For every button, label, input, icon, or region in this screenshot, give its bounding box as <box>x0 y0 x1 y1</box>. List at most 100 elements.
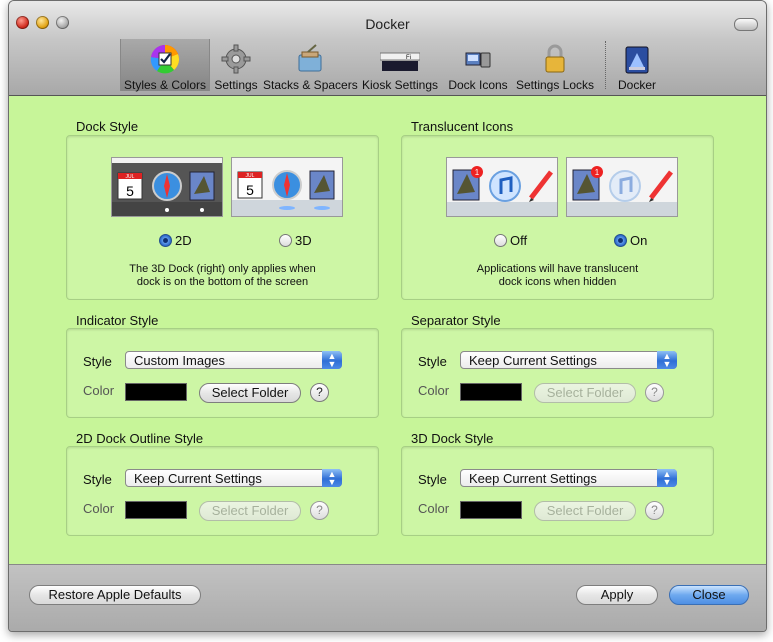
tab-settings-label: Settings <box>214 78 258 92</box>
dock-style-title: Dock Style <box>76 119 139 134</box>
outline-2d-style-title: 2D Dock Outline Style <box>76 431 204 446</box>
tab-kiosk-settings[interactable]: Fi Kiosk Settings <box>361 39 439 92</box>
dock-3d-select-folder-button[interactable]: Select Folder <box>534 501 636 521</box>
stacks-icon <box>298 44 321 72</box>
gear-icon <box>221 44 251 74</box>
close-button[interactable]: Close <box>669 585 749 605</box>
dock-2d-preview[interactable]: JUL 5 <box>111 157 223 217</box>
outline-2d-help-button[interactable]: ? <box>310 501 329 520</box>
dock-3d-style-title: 3D Dock Style <box>411 431 494 446</box>
outline-2d-color-swatch[interactable] <box>125 501 187 519</box>
dock-style-3d-label: 3D <box>295 233 312 248</box>
tab-settings[interactable]: Settings <box>211 39 261 92</box>
separator-select-folder-button[interactable]: Select Folder <box>534 383 636 403</box>
mail-badge: 1 <box>595 168 600 177</box>
separator-style-group: Style Keep Current Settings ▲ ▼ Color Sel… <box>401 328 714 418</box>
translucent-on-preview-icons: 1 <box>567 158 677 216</box>
tab-settings-locks-label: Settings Locks <box>515 78 595 92</box>
apply-button[interactable]: Apply <box>576 585 658 605</box>
translucent-on-label: On <box>630 233 648 248</box>
dock-style-note-line1: The 3D Dock (right) only applies when <box>129 263 316 275</box>
indicator-style-popup[interactable]: Custom Images ▲ ▼ <box>125 351 342 369</box>
dock-3d-style-group: Style Keep Current Settings ▲ ▼ Color Sel… <box>401 446 714 536</box>
title-bar: Docker Styles & Colors Settings Stacks &… <box>9 1 766 96</box>
tab-styles-colors[interactable]: Styles & Colors <box>120 39 210 92</box>
calendar-day: 5 <box>126 183 134 199</box>
calendar-month: JUL <box>246 173 255 179</box>
outline-2d-style-group: Style Keep Current Settings ▲ ▼ Color Sel… <box>66 446 379 536</box>
tab-settings-locks[interactable]: Settings Locks <box>514 39 596 92</box>
restore-defaults-button[interactable]: Restore Apple Defaults <box>29 585 201 605</box>
translucent-off-preview[interactable]: 1 <box>446 157 558 217</box>
radio-selected-icon <box>159 234 172 247</box>
indicator-color-label: Color <box>83 383 115 398</box>
dock-3d-color-swatch[interactable] <box>460 501 522 519</box>
calendar-day: 5 <box>246 182 254 198</box>
docker-app-icon <box>625 46 649 74</box>
toolbar-separator <box>605 41 606 89</box>
radio-unselected-icon <box>279 234 292 247</box>
toolbar-toggle-button[interactable] <box>734 18 758 31</box>
separator-color-label: Color <box>418 383 450 398</box>
docker-window: Docker Styles & Colors Settings Stacks &… <box>8 0 767 632</box>
separator-style-title: Separator Style <box>411 313 501 328</box>
dock-style-note-line2: dock is on the bottom of the screen <box>136 276 309 288</box>
mail-badge: 1 <box>475 168 480 177</box>
dock-2d-preview-icons: JUL 5 <box>112 158 222 216</box>
dock-style-note: The 3D Dock (right) only applies when do… <box>67 263 378 289</box>
footer-bar: Restore Apple Defaults Apply Close <box>9 564 766 631</box>
lock-icon <box>545 44 565 73</box>
separator-style-popup[interactable]: Keep Current Settings ▲ ▼ <box>460 351 677 369</box>
outline-2d-style-value: Keep Current Settings <box>134 471 262 486</box>
radio-unselected-icon <box>494 234 507 247</box>
color-wheel-icon <box>150 44 180 74</box>
indicator-select-folder-button[interactable]: Select Folder <box>199 383 301 403</box>
popup-arrows-icon: ▲ ▼ <box>322 469 342 487</box>
popup-arrows-icon: ▲ ▼ <box>322 351 342 369</box>
dock-style-3d-radio[interactable]: 3D <box>279 233 312 248</box>
kiosk-icon: Fi <box>380 52 420 71</box>
outline-2d-style-popup[interactable]: Keep Current Settings ▲ ▼ <box>125 469 342 487</box>
dock-3d-help-button[interactable]: ? <box>645 501 664 520</box>
outline-2d-select-folder-button[interactable]: Select Folder <box>199 501 301 521</box>
separator-style-label: Style <box>418 354 447 369</box>
indicator-style-label: Style <box>83 354 112 369</box>
indicator-style-group: Style Custom Images ▲ ▼ Color Select Fold… <box>66 328 379 418</box>
tab-docker-label: Docker <box>617 78 656 92</box>
tab-styles-colors-label: Styles & Colors <box>123 78 207 92</box>
translucent-on-preview[interactable]: 1 <box>566 157 678 217</box>
indicator-color-swatch[interactable] <box>125 383 187 401</box>
dock-3d-style-popup[interactable]: Keep Current Settings ▲ ▼ <box>460 469 677 487</box>
dock-style-2d-radio[interactable]: 2D <box>159 233 192 248</box>
dock-icons-icon <box>465 52 491 68</box>
content-pane: Dock Style JUL 5 JUL 5 2D 3D The 3D Dock… <box>9 96 766 564</box>
radio-selected-icon <box>614 234 627 247</box>
translucent-icons-title: Translucent Icons <box>411 119 514 134</box>
tab-dock-icons-label: Dock Icons <box>448 78 508 92</box>
window-title: Docker <box>365 16 410 32</box>
indicator-style-value: Custom Images <box>134 353 226 368</box>
dock-3d-style-value: Keep Current Settings <box>469 471 597 486</box>
svg-text:Fi: Fi <box>406 55 411 61</box>
popup-arrows-icon: ▲ ▼ <box>657 351 677 369</box>
dock-3d-style-label: Style <box>418 472 447 487</box>
toolbar: Styles & Colors Settings Stacks & Spacer… <box>9 39 766 93</box>
outline-2d-color-label: Color <box>83 501 115 516</box>
translucent-icons-group: 1 1 Off On Applications will have transl… <box>401 135 714 300</box>
translucent-on-radio[interactable]: On <box>614 233 647 248</box>
dock-style-group: JUL 5 JUL 5 2D 3D The 3D Dock (right) on… <box>66 135 379 300</box>
tab-dock-icons[interactable]: Dock Icons <box>445 39 511 92</box>
separator-color-swatch[interactable] <box>460 383 522 401</box>
tab-docker[interactable]: Docker <box>613 39 661 92</box>
indicator-help-button[interactable]: ? <box>310 383 329 402</box>
dock-3d-color-label: Color <box>418 501 450 516</box>
tab-stacks-spacers-label: Stacks & Spacers <box>263 78 358 92</box>
dock-style-2d-label: 2D <box>175 233 192 248</box>
dock-3d-preview[interactable]: JUL 5 <box>231 157 343 217</box>
translucent-off-preview-icons: 1 <box>447 158 557 216</box>
tab-stacks-spacers[interactable]: Stacks & Spacers <box>263 39 358 92</box>
translucent-off-radio[interactable]: Off <box>494 233 527 248</box>
popup-arrows-icon: ▲ ▼ <box>657 469 677 487</box>
separator-help-button[interactable]: ? <box>645 383 664 402</box>
tab-kiosk-settings-label: Kiosk Settings <box>361 78 439 92</box>
